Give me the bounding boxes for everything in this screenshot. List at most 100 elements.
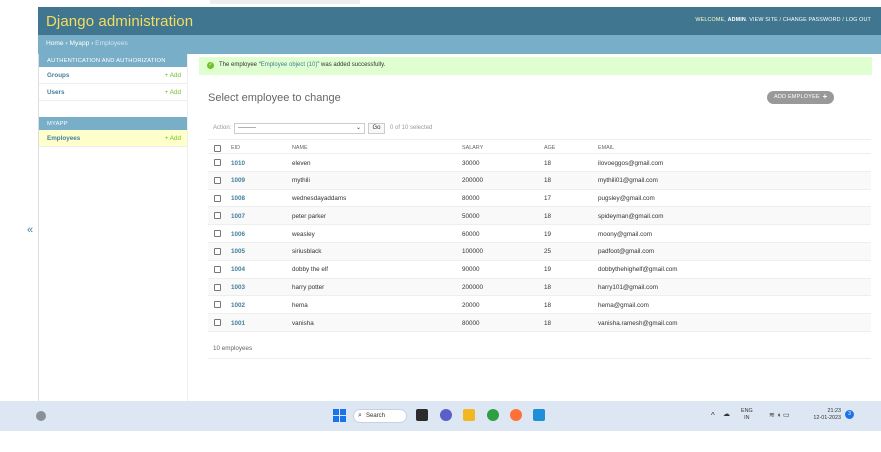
eid-link[interactable]: 1003 xyxy=(231,284,245,291)
eid-link[interactable]: 1004 xyxy=(231,266,245,273)
sidebar-item-label[interactable]: Groups xyxy=(47,72,69,79)
salary-cell: 200000 xyxy=(462,284,484,292)
email-cell: harry101@gmail.com xyxy=(598,284,658,292)
row-checkbox[interactable] xyxy=(214,230,221,238)
clock-time: 21:23 xyxy=(827,408,842,414)
clock[interactable]: 21:23 12-01-2023 xyxy=(803,408,841,422)
email-cell: vanisha.ramesh@gmail.com xyxy=(598,319,678,327)
module-title-auth[interactable]: AUTHENTICATION AND AUTHORIZATION xyxy=(39,54,187,67)
search-label: Search xyxy=(366,413,386,419)
onedrive-icon[interactable]: ☁ xyxy=(723,410,730,418)
sidebar-toggle-icon[interactable]: « xyxy=(27,224,33,236)
header-age[interactable]: AGE xyxy=(544,145,555,151)
logout-link[interactable]: LOG OUT xyxy=(846,17,871,23)
name-cell: mythili xyxy=(292,177,310,185)
age-cell: 18 xyxy=(544,159,552,167)
actions-bar: Action: --------- ⌄ Go 0 of 10 selected xyxy=(208,122,871,136)
action-select[interactable]: --------- ⌄ xyxy=(234,123,365,134)
name-cell: weasley xyxy=(292,230,315,238)
sidebar-item-employees[interactable]: Employees + Add xyxy=(39,130,187,147)
name-cell: dobby the elf xyxy=(292,266,329,274)
header-name[interactable]: NAME xyxy=(292,145,308,151)
eid-link[interactable]: 1001 xyxy=(231,320,245,327)
eid-link[interactable]: 1002 xyxy=(231,302,245,309)
sidebar-item-users[interactable]: Users + Add xyxy=(39,84,187,101)
admin-header: Django administration WELCOME, ADMIN. VI… xyxy=(38,7,881,35)
email-cell: moony@gmail.com xyxy=(598,230,652,238)
eid-link[interactable]: 1008 xyxy=(231,195,245,202)
row-checkbox[interactable] xyxy=(214,176,221,184)
taskbar: ⌕ Search ^ ☁ ENG IN ≋ ◖ ▭ 21:23 12-01-20… xyxy=(0,401,881,431)
row-checkbox[interactable] xyxy=(214,159,221,166)
view-site-link[interactable]: VIEW SITE xyxy=(749,17,778,23)
age-cell: 19 xyxy=(544,266,552,274)
file-explorer-icon[interactable] xyxy=(463,409,475,421)
chat-icon[interactable] xyxy=(440,409,452,421)
add-users-link[interactable]: + Add xyxy=(165,89,181,96)
table-row: 1002 hema 20000 18 hema@gmail.com xyxy=(208,296,871,315)
plus-icon: + xyxy=(822,92,828,101)
age-cell: 18 xyxy=(544,319,552,327)
chevron-up-icon[interactable]: ^ xyxy=(711,411,715,420)
row-checkbox[interactable] xyxy=(214,265,221,273)
sidebar-item-groups[interactable]: Groups + Add xyxy=(39,67,187,84)
breadcrumb-app[interactable]: Myapp xyxy=(69,40,89,47)
notification-badge[interactable]: 3 xyxy=(845,410,854,419)
language-code: ENG xyxy=(741,408,753,414)
task-view-icon[interactable] xyxy=(416,409,428,421)
action-selected-value: --------- xyxy=(238,125,256,131)
language-indicator[interactable]: ENG IN xyxy=(741,408,753,422)
salary-cell: 60000 xyxy=(462,230,480,238)
table-row: 1008 wednesdayaddams 80000 17 pugsley@gmail.… xyxy=(208,190,871,208)
browser-tab[interactable] xyxy=(210,0,360,4)
row-checkbox[interactable] xyxy=(214,212,221,220)
row-checkbox[interactable] xyxy=(214,283,221,291)
weather-icon[interactable] xyxy=(36,411,46,421)
table-row: 1004 dobby the elf 90000 19 dobbythehighelf@… xyxy=(208,261,871,279)
wifi-volume-battery-icons[interactable]: ≋ ◖ ▭ xyxy=(769,411,790,419)
row-checkbox[interactable] xyxy=(214,319,221,327)
site-brand[interactable]: Django administration xyxy=(46,13,193,30)
firefox-icon[interactable] xyxy=(510,409,522,421)
row-checkbox[interactable] xyxy=(214,301,221,309)
name-cell: harry potter xyxy=(292,284,325,292)
selection-counter: 0 of 10 selected xyxy=(390,125,433,131)
select-all-checkbox[interactable] xyxy=(214,145,221,152)
main-content: ✓ The employee “Employee object (10)” wa… xyxy=(188,54,881,401)
sidebar-item-label[interactable]: Employees xyxy=(47,135,80,142)
action-label: Action: xyxy=(213,125,232,131)
chrome-icon[interactable] xyxy=(487,409,499,421)
add-employees-link[interactable]: + Add xyxy=(165,135,181,142)
eid-link[interactable]: 1007 xyxy=(231,213,245,220)
windows-start-icon[interactable] xyxy=(333,409,346,422)
header-salary[interactable]: SALARY xyxy=(462,145,483,151)
salary-cell: 80000 xyxy=(462,195,480,203)
add-groups-link[interactable]: + Add xyxy=(165,72,181,79)
region-code: IN xyxy=(744,415,750,421)
eid-link[interactable]: 1009 xyxy=(231,177,245,184)
email-cell: hema@gmail.com xyxy=(598,301,649,309)
clock-date: 12-01-2023 xyxy=(813,415,841,421)
eid-link[interactable]: 1005 xyxy=(231,248,245,255)
sidebar-item-label[interactable]: Users xyxy=(47,89,65,96)
header-email[interactable]: EMAIL xyxy=(598,145,614,151)
header-eid[interactable]: EID xyxy=(231,145,240,151)
change-password-link[interactable]: CHANGE PASSWORD xyxy=(783,17,841,23)
email-cell: padfoot@gmail.com xyxy=(598,248,655,256)
breadcrumb-home[interactable]: Home xyxy=(46,40,64,47)
add-employee-button[interactable]: ADD EMPLOYEE + xyxy=(767,91,834,104)
row-checkbox[interactable] xyxy=(214,247,221,255)
breadcrumb-sep: › xyxy=(91,40,94,47)
name-cell: vanisha xyxy=(292,319,314,327)
module-title-myapp[interactable]: MYAPP xyxy=(39,117,187,130)
name-cell: wednesdayaddams xyxy=(292,195,347,203)
table-row: 1010 eleven 30000 18 ilovoeggos@gmail.com xyxy=(208,154,871,172)
taskbar-search[interactable]: ⌕ Search xyxy=(353,409,407,423)
store-icon[interactable] xyxy=(533,409,545,421)
go-button[interactable]: Go xyxy=(368,123,385,134)
eid-link[interactable]: 1010 xyxy=(231,160,245,167)
row-checkbox[interactable] xyxy=(214,194,221,202)
eid-link[interactable]: 1006 xyxy=(231,231,245,238)
table-row: 1001 vanisha 80000 18 vanisha.ramesh@gmail.c… xyxy=(208,314,871,332)
message-object-link[interactable]: Employee object (10) xyxy=(261,62,318,68)
